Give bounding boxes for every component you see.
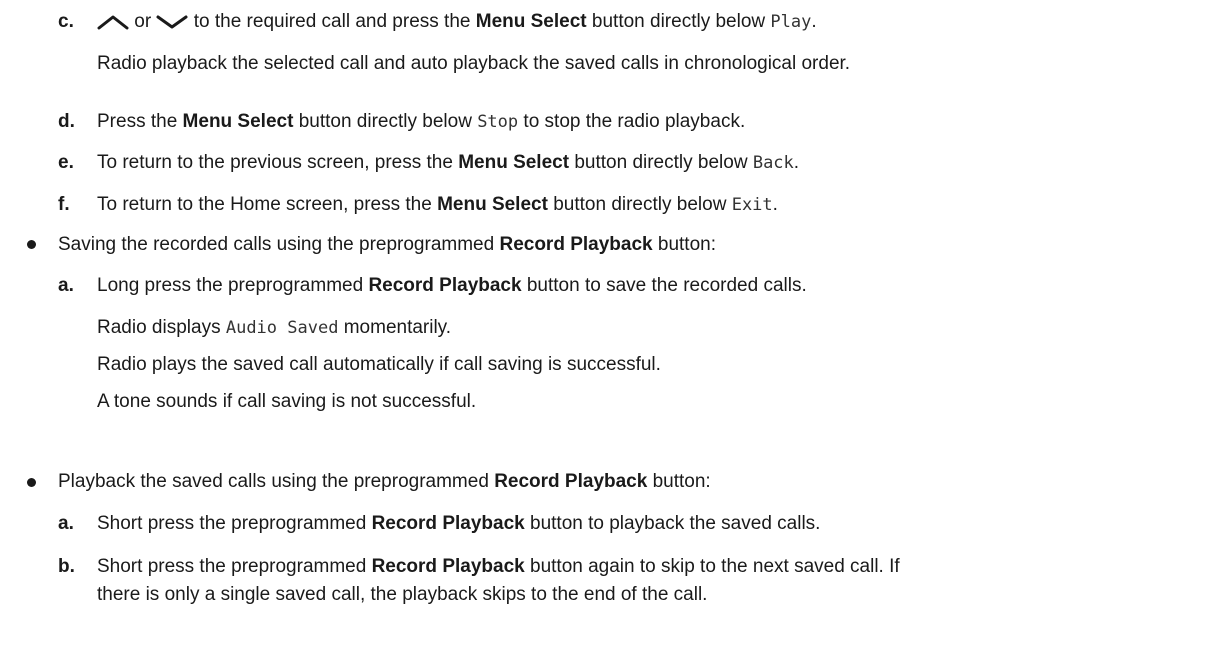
playback-step-a-label: a. <box>58 513 74 534</box>
playback-heading: Playback the saved calls using the prepr… <box>58 471 711 492</box>
softkey-back: Back <box>752 153 794 173</box>
playback-step-b-text-line2: there is only a single saved call, the p… <box>97 584 708 605</box>
saving-result-2: Radio plays the saved call automatically… <box>97 354 661 375</box>
record-playback-term: Record Playback <box>368 275 522 296</box>
step-e-text: To return to the previous screen, press … <box>97 152 800 173</box>
record-playback-term: Record Playback <box>371 513 525 534</box>
playback-step-a-text: Short press the preprogrammed Record Pla… <box>97 513 821 534</box>
playback-step-b-text: Short press the preprogrammed Record Pla… <box>97 556 900 577</box>
saving-step-a-text: Long press the preprogrammed Record Play… <box>97 275 807 296</box>
chevron-down-icon <box>156 15 188 29</box>
step-f-text: To return to the Home screen, press the … <box>97 194 778 215</box>
record-playback-term: Record Playback <box>494 471 648 492</box>
or-text: or <box>129 11 157 32</box>
menu-select-term: Menu Select <box>437 194 548 215</box>
saving-heading: Saving the recorded calls using the prep… <box>58 234 716 255</box>
step-f-label: f. <box>58 194 70 215</box>
step-c-text: or to the required call and press the Me… <box>97 10 817 34</box>
menu-select-term: Menu Select <box>458 152 570 173</box>
bullet-playback <box>27 478 36 487</box>
step-d-text: Press the Menu Select button directly be… <box>97 111 746 132</box>
record-playback-term: Record Playback <box>499 234 653 255</box>
record-playback-term: Record Playback <box>371 556 525 577</box>
step-c-result: Radio playback the selected call and aut… <box>97 53 851 74</box>
menu-select-term: Menu Select <box>182 111 294 132</box>
softkey-exit: Exit <box>731 195 773 215</box>
step-e-label: e. <box>58 152 74 173</box>
playback-step-b-label: b. <box>58 556 75 577</box>
saving-result-1: Radio displays Audio Saved momentarily. <box>97 317 452 338</box>
menu-select-term: Menu Select <box>475 11 587 32</box>
bullet-saving <box>27 240 36 249</box>
chevron-up-icon <box>97 15 129 30</box>
display-audio-saved: Audio Saved <box>225 318 339 338</box>
saving-result-3: A tone sounds if call saving is not succ… <box>97 391 477 412</box>
softkey-stop: Stop <box>477 112 519 132</box>
step-d-label: d. <box>58 111 75 132</box>
saving-step-a-label: a. <box>58 275 74 296</box>
step-c-label: c. <box>58 11 74 32</box>
softkey-play: Play <box>770 12 812 32</box>
